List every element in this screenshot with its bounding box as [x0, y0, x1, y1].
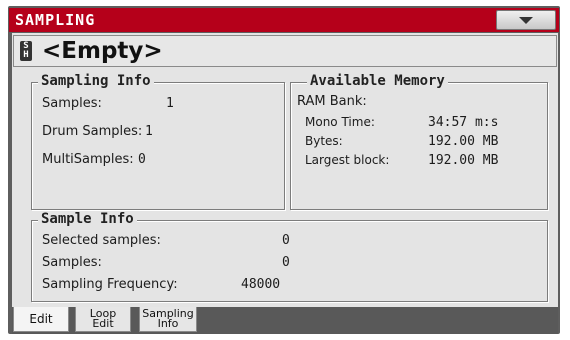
sample-type-icon: S H: [20, 41, 32, 61]
available-memory-title: Available Memory: [307, 73, 448, 89]
tab-edit[interactable]: Edit: [13, 307, 69, 332]
drum-samples-value: 1: [145, 124, 153, 139]
largest-block-label: Largest block:: [305, 153, 390, 167]
sample-name-bar[interactable]: S H <Empty>: [13, 35, 557, 67]
tab-sampling-info[interactable]: Sampling Info: [139, 307, 197, 332]
ram-bank-label: RAM Bank:: [297, 94, 367, 109]
tab-loop-edit[interactable]: Loop Edit: [75, 307, 131, 332]
mono-time-label: Mono Time:: [305, 115, 375, 129]
page-title: SAMPLING: [15, 11, 96, 29]
sampling-frequency-label: Sampling Frequency:: [42, 277, 178, 292]
selected-samples-label: Selected samples:: [42, 233, 161, 248]
mono-time-value: 34:57 m:s: [428, 115, 499, 130]
multisamples-label: MultiSamples:: [42, 152, 134, 167]
chevron-down-icon: [519, 17, 533, 24]
samples-value: 1: [166, 96, 174, 111]
tab-sampling-info-label: Sampling Info: [142, 307, 194, 330]
sample-info-title: Sample Info: [38, 211, 137, 227]
multisamples-value: 0: [138, 152, 146, 167]
sample-info-samples-label: Samples:: [42, 255, 102, 270]
samples-label: Samples:: [42, 96, 102, 111]
tab-loop-edit-label: Loop Edit: [89, 307, 117, 330]
sample-info-panel: Sample Info Selected samples: 0 Samples:…: [31, 211, 548, 302]
sample-info-samples-value: 0: [282, 255, 290, 270]
sampling-info-panel: Sampling Info Samples: 1 Drum Samples: 1…: [31, 73, 285, 210]
bytes-value: 192.00 MB: [428, 134, 499, 149]
available-memory-panel: Available Memory RAM Bank: Mono Time: 34…: [290, 73, 548, 210]
page-menu-button[interactable]: [496, 10, 556, 30]
selected-samples-value: 0: [282, 233, 290, 248]
bytes-label: Bytes:: [305, 134, 343, 148]
title-bar: SAMPLING: [9, 8, 559, 32]
tab-bar: Edit Loop Edit Sampling Info: [12, 307, 558, 334]
sample-name: <Empty>: [42, 38, 163, 64]
drum-samples-label: Drum Samples:: [42, 124, 143, 139]
tab-edit-label: Edit: [29, 312, 53, 326]
sampling-frequency-value: 48000: [241, 277, 281, 292]
largest-block-value: 192.00 MB: [428, 153, 499, 168]
sampling-info-title: Sampling Info: [38, 73, 154, 89]
